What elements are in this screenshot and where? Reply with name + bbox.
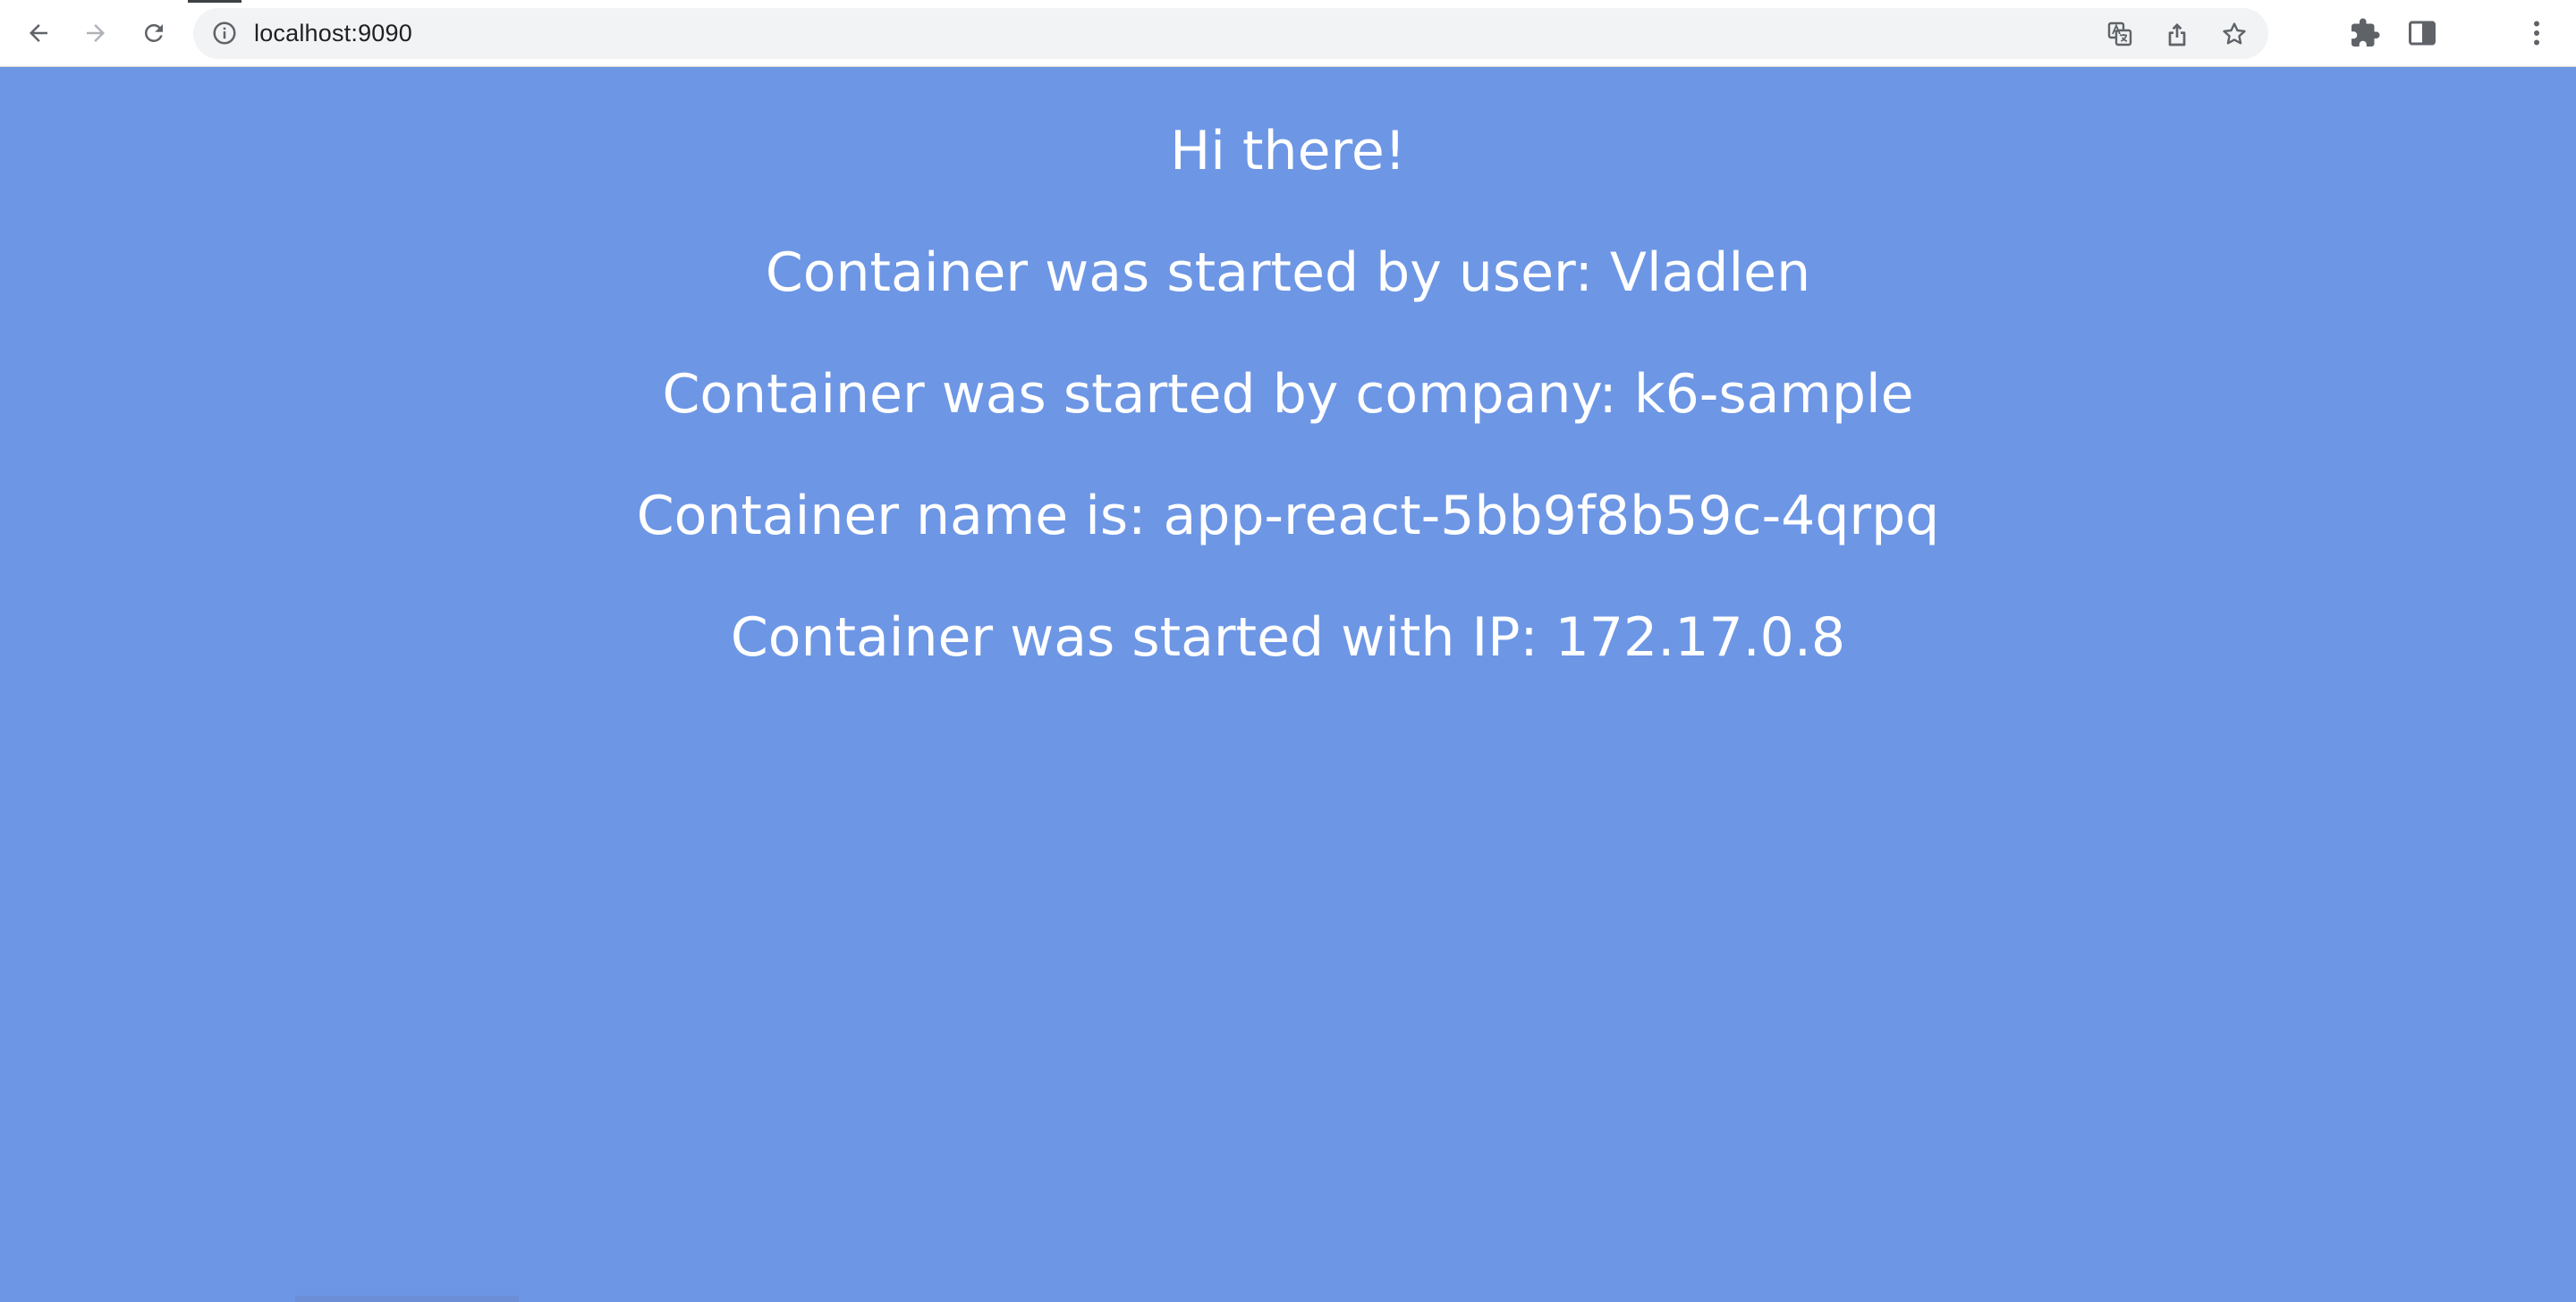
browser-toolbar: localhost:9090 xyxy=(0,0,2576,67)
translate-icon[interactable] xyxy=(2106,20,2134,48)
greeting-text: Hi there! xyxy=(1170,120,1406,182)
back-button[interactable] xyxy=(19,13,58,53)
started-by-user-text: Container was started by user: Vladlen xyxy=(765,241,1811,304)
started-by-company-text: Container was started by company: k6-sam… xyxy=(662,363,1914,426)
kebab-menu-icon[interactable] xyxy=(2521,17,2553,49)
reload-button[interactable] xyxy=(134,13,174,53)
share-icon[interactable] xyxy=(2163,20,2191,48)
url-text[interactable]: localhost:9090 xyxy=(254,8,412,59)
back-arrow-icon xyxy=(30,24,47,42)
container-name-text: Container name is: app-react-5bb9f8b59c-… xyxy=(636,485,1940,547)
container-info: Hi there! Container was started by user:… xyxy=(0,123,2576,731)
puzzle-icon[interactable] xyxy=(2349,17,2381,49)
reload-icon xyxy=(144,23,163,42)
side-panel-icon[interactable] xyxy=(2406,17,2438,49)
bottom-edge-mark xyxy=(295,1296,519,1302)
star-icon[interactable] xyxy=(2220,20,2249,48)
page-body: Hi there! Container was started by user:… xyxy=(0,67,2576,1302)
forward-arrow-icon xyxy=(87,24,105,42)
info-icon[interactable] xyxy=(211,20,238,46)
container-ip-text: Container was started with IP: 172.17.0.… xyxy=(730,606,1846,669)
address-bar[interactable]: localhost:9090 xyxy=(193,8,2268,59)
forward-button[interactable] xyxy=(76,13,115,53)
active-tab-indicator xyxy=(188,0,242,3)
